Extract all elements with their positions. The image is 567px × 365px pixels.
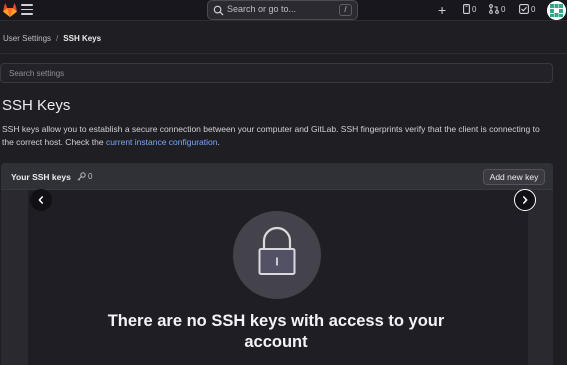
- search-placeholder: Search or go to...: [227, 4, 297, 14]
- todos-button[interactable]: 0: [519, 4, 535, 16]
- search-shortcut: /: [339, 4, 352, 16]
- lock-icon: [258, 226, 296, 275]
- header-divider: [0, 53, 567, 54]
- todo-icon: [519, 4, 529, 14]
- gitlab-logo[interactable]: [2, 2, 18, 18]
- instance-configuration-link[interactable]: current instance configuration: [106, 137, 218, 147]
- empty-state-title: There are no SSH keys with access to you…: [107, 312, 445, 351]
- issues-icon: [463, 4, 470, 14]
- next-button[interactable]: [514, 189, 536, 211]
- search-icon: [213, 5, 224, 16]
- merge-requests-button[interactable]: 0: [489, 4, 505, 16]
- lock-illustration: [233, 211, 321, 299]
- plus-icon[interactable]: +: [438, 2, 446, 18]
- key-icon: [77, 172, 86, 181]
- todos-count: 0: [531, 4, 536, 14]
- issues-button[interactable]: 0: [463, 4, 476, 16]
- add-new-key-button[interactable]: Add new key: [483, 169, 545, 185]
- card-title: Your SSH keys: [11, 172, 71, 182]
- page-description: SSH keys allow you to establish a secure…: [2, 123, 552, 149]
- card-header: Your SSH keys 0 Add new key: [1, 163, 553, 190]
- breadcrumb-separator: /: [56, 34, 59, 43]
- key-count-value: 0: [88, 172, 93, 182]
- breadcrumb-user-settings[interactable]: User Settings: [3, 34, 51, 43]
- menu-icon[interactable]: [21, 4, 33, 15]
- search-settings-input[interactable]: Search settings: [0, 63, 553, 83]
- description-end: .: [217, 137, 220, 147]
- previous-button[interactable]: [30, 189, 52, 211]
- merge-request-icon: [489, 4, 499, 14]
- chevron-right-icon: [522, 195, 527, 204]
- issues-count: 0: [472, 4, 477, 14]
- search-bar[interactable]: Search or go to... /: [207, 0, 358, 20]
- key-count: 0: [77, 172, 92, 181]
- page-title: SSH Keys: [2, 97, 71, 114]
- search-settings-placeholder: Search settings: [9, 69, 65, 78]
- merge-requests-count: 0: [501, 4, 506, 14]
- description-text: SSH keys allow you to establish a secure…: [2, 124, 540, 147]
- avatar[interactable]: [547, 1, 566, 20]
- breadcrumb: User Settings / SSH Keys: [3, 34, 101, 43]
- top-bar: Search or go to... / + 0 0 0: [0, 0, 567, 21]
- chevron-left-icon: [38, 196, 43, 204]
- breadcrumb-ssh-keys[interactable]: SSH Keys: [63, 34, 101, 43]
